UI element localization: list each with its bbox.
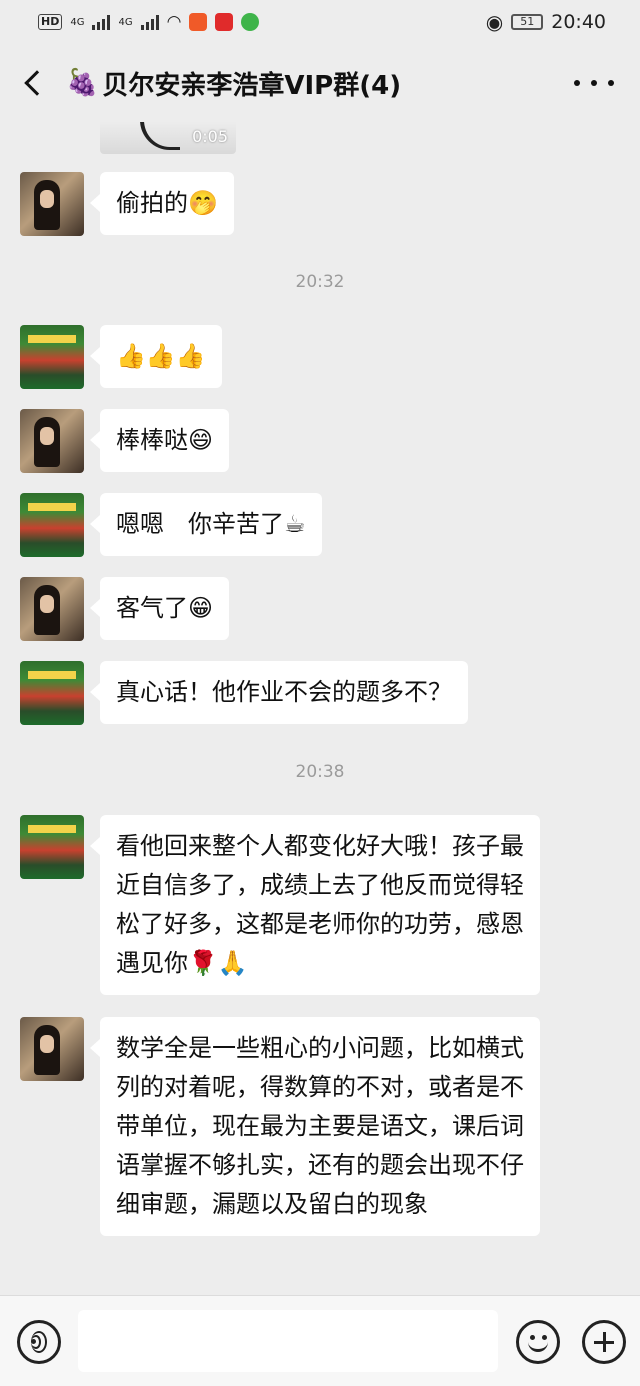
more-functions-button[interactable] bbox=[582, 1320, 626, 1364]
message-input[interactable] bbox=[78, 1310, 498, 1372]
message-emoji: ☕ bbox=[284, 510, 306, 538]
input-bar bbox=[0, 1295, 640, 1386]
avatar[interactable] bbox=[20, 815, 84, 879]
huawei-notification-icon bbox=[215, 13, 234, 31]
smiley-icon bbox=[519, 1323, 557, 1361]
message-emoji: 😄 bbox=[188, 426, 214, 454]
app-notification-icon bbox=[189, 13, 208, 31]
message-bubble[interactable]: 嗯嗯 你辛苦了☕ bbox=[90, 493, 322, 556]
status-bar: HD 4G 4G ◠ ◉ 51 20:40 bbox=[0, 0, 640, 44]
chat-list[interactable]: 0:05 偷拍的🤭 20:32 👍👍👍 棒棒哒😄 嗯嗯 你辛苦了☕ 客气了😁 真… bbox=[0, 122, 640, 1295]
chat-header: 🍇 贝尔安亲李浩章VIP群(4) bbox=[0, 44, 640, 122]
timestamp: 20:38 bbox=[295, 762, 345, 782]
message-bubble[interactable]: 棒棒哒😄 bbox=[89, 409, 230, 472]
more-dot-icon bbox=[608, 80, 614, 86]
avatar[interactable] bbox=[20, 661, 84, 725]
message-emoji: 😁 bbox=[188, 594, 214, 622]
message-text: 偷拍的 bbox=[116, 189, 188, 217]
video-duration: 0:05 bbox=[192, 127, 228, 146]
avatar[interactable] bbox=[20, 325, 84, 389]
avatar[interactable] bbox=[20, 172, 84, 236]
status-left: HD 4G 4G ◠ bbox=[38, 12, 260, 32]
battery-icon: 51 bbox=[511, 14, 544, 30]
network-type-2: 4G bbox=[118, 16, 133, 28]
message-text: 数学全是一些粗心的小问题，比如横式列的对着呢，得数算的不对，或者是不带单位，现在… bbox=[116, 1034, 524, 1218]
voice-icon bbox=[29, 1331, 49, 1353]
message-bubble[interactable]: 👍👍👍 bbox=[90, 325, 222, 388]
emoji-button[interactable] bbox=[516, 1320, 560, 1364]
plus-icon-vertical bbox=[602, 1332, 606, 1352]
timestamp: 20:32 bbox=[295, 272, 345, 292]
avatar[interactable] bbox=[20, 409, 84, 473]
message-text: 嗯嗯 你辛苦了 bbox=[116, 510, 284, 538]
wifi-icon: ◠ bbox=[166, 12, 182, 32]
message-text: 客气了 bbox=[116, 594, 188, 622]
message-emoji: 🤭 bbox=[188, 189, 218, 217]
more-options-button[interactable] bbox=[574, 68, 614, 98]
avatar[interactable] bbox=[20, 493, 84, 557]
message-text: 棒棒哒 bbox=[116, 426, 188, 454]
more-dot-icon bbox=[574, 80, 580, 86]
grape-emoji: 🍇 bbox=[66, 68, 99, 98]
more-dot-icon bbox=[591, 80, 597, 86]
avatar[interactable] bbox=[20, 1017, 84, 1081]
group-name: 贝尔安亲李浩章VIP群(4) bbox=[102, 70, 402, 101]
hd-indicator: HD bbox=[38, 14, 63, 30]
eye-comfort-icon: ◉ bbox=[485, 10, 504, 34]
message-bubble[interactable]: 偷拍的🤭 bbox=[90, 172, 234, 235]
status-right: ◉ 51 20:40 bbox=[486, 10, 606, 34]
network-type-1: 4G bbox=[70, 16, 85, 28]
message-emoji: 🌹🙏 bbox=[188, 949, 248, 977]
message-bubble[interactable]: 数学全是一些粗心的小问题，比如横式列的对着呢，得数算的不对，或者是不带单位，现在… bbox=[90, 1017, 540, 1236]
group-title: 🍇 贝尔安亲李浩章VIP群(4) bbox=[66, 65, 401, 102]
signal-icon bbox=[92, 14, 111, 30]
video-app-notification-icon bbox=[241, 13, 260, 31]
clock: 20:40 bbox=[551, 11, 606, 33]
voice-input-button[interactable] bbox=[17, 1320, 61, 1364]
message-emoji: 👍👍👍 bbox=[116, 342, 206, 370]
message-text: 看他回来整个人都变化好大哦！孩子最近自信多了，成绩上去了他反而觉得轻松了好多，这… bbox=[116, 832, 524, 977]
back-button[interactable] bbox=[0, 44, 66, 122]
message-text: 真心话！他作业不会的题多不？ bbox=[116, 678, 452, 706]
message-bubble[interactable]: 真心话！他作业不会的题多不？ bbox=[90, 661, 468, 724]
avatar[interactable] bbox=[20, 577, 84, 641]
signal-icon-2 bbox=[140, 14, 159, 30]
video-preview bbox=[140, 122, 180, 150]
message-bubble[interactable]: 看他回来整个人都变化好大哦！孩子最近自信多了，成绩上去了他反而觉得轻松了好多，这… bbox=[90, 815, 540, 995]
chevron-left-icon bbox=[24, 70, 50, 96]
video-message[interactable]: 0:05 bbox=[100, 122, 236, 154]
message-bubble[interactable]: 客气了😁 bbox=[89, 577, 230, 640]
